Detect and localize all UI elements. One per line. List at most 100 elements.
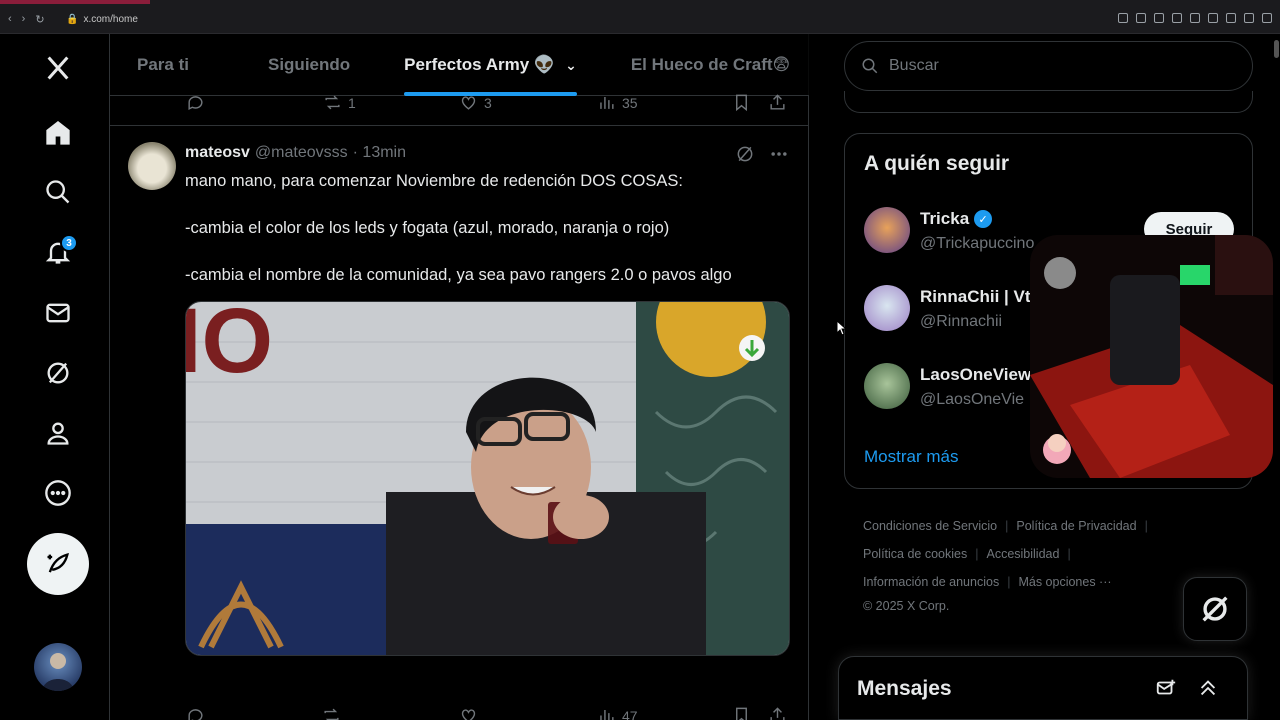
like-button[interactable] — [459, 706, 478, 720]
browser-toolbar: ‹ › ↻ 🔒 x.com/home — [0, 0, 1280, 34]
views-button[interactable]: 47 — [597, 706, 638, 720]
repost-icon — [324, 708, 339, 720]
more-options-icon[interactable] — [769, 144, 789, 164]
menu-icon[interactable] — [1262, 13, 1272, 23]
footer-link[interactable]: Información de anuncios — [863, 568, 999, 596]
grok-button[interactable] — [1183, 577, 1247, 641]
tab-community[interactable]: Perfectos Army 👽 ⌄ — [404, 34, 577, 96]
reply-icon — [188, 96, 203, 110]
repost-button[interactable]: 1 — [323, 93, 356, 112]
tweet-author-name[interactable]: mateosv — [185, 144, 250, 162]
home-icon[interactable] — [36, 111, 80, 155]
repost-button[interactable] — [322, 706, 341, 720]
user-avatar[interactable] — [864, 363, 910, 409]
tweet-photo[interactable]: IO — [185, 301, 790, 656]
post-button[interactable] — [27, 533, 89, 595]
notifications-icon[interactable]: 3 — [36, 230, 80, 274]
grok-icon[interactable] — [36, 351, 80, 395]
mouse-cursor-icon — [836, 320, 846, 336]
user-avatar[interactable] — [864, 285, 910, 331]
search-icon — [862, 58, 878, 74]
reply-button[interactable] — [186, 93, 205, 112]
search-icon[interactable] — [36, 170, 80, 214]
expand-icon[interactable] — [1197, 677, 1219, 704]
share-icon — [770, 707, 785, 720]
notifications-badge: 3 — [60, 234, 78, 252]
verified-badge-icon: ✓ — [974, 210, 993, 228]
grok-icon — [1202, 596, 1228, 622]
share-button[interactable] — [768, 93, 787, 112]
show-more-link[interactable]: Mostrar más — [864, 447, 958, 467]
tweet-top-actions — [735, 144, 789, 164]
footer-link[interactable]: Más opciones ··· — [1018, 568, 1111, 596]
footer-link[interactable]: Condiciones de Servicio — [863, 512, 997, 540]
url-text: x.com/home — [83, 14, 138, 25]
repost-icon — [325, 95, 340, 110]
active-tab-indicator — [0, 0, 150, 4]
lock-icon: 🔒 — [66, 14, 79, 25]
heart-icon — [461, 709, 476, 720]
mail-icon[interactable] — [36, 291, 80, 335]
previous-post-actions: 1 3 35 — [110, 93, 809, 126]
grok-icon[interactable] — [735, 144, 755, 164]
messages-drawer[interactable]: Mensajes — [838, 656, 1248, 720]
bookmark-button[interactable] — [732, 706, 751, 720]
extension-icon[interactable] — [1154, 13, 1164, 23]
bookmark-icon — [736, 94, 747, 112]
tweet-author-handle[interactable]: @mateovsss — [255, 144, 348, 162]
views-icon — [600, 709, 614, 720]
share-icon — [770, 94, 785, 110]
tweet-time[interactable]: · 13min — [353, 144, 406, 162]
search-input[interactable]: Buscar — [844, 41, 1253, 91]
footer-link[interactable]: Política de Privacidad — [1016, 512, 1136, 540]
reply-button[interactable] — [186, 706, 205, 720]
like-button[interactable]: 3 — [459, 93, 492, 112]
more-icon[interactable] — [36, 471, 80, 515]
extension-icon[interactable] — [1136, 13, 1146, 23]
copyright: © 2025 X Corp. — [863, 599, 950, 613]
profile-icon[interactable] — [36, 411, 80, 455]
tweet[interactable]: mateosv @mateovsss · 13min mano mano, pa… — [110, 126, 809, 720]
trending-card-bottom — [844, 91, 1253, 113]
views-icon — [600, 96, 614, 109]
reload-icon[interactable]: ↻ — [35, 13, 44, 26]
browser-nav: ‹ › ↻ — [8, 13, 45, 26]
browser-extensions — [1118, 13, 1272, 23]
who-to-follow-title: A quién seguir — [864, 152, 1010, 175]
tab-para-ti[interactable]: Para ti — [137, 34, 189, 96]
webcam-image — [1030, 235, 1273, 478]
extension-icon[interactable] — [1208, 13, 1218, 23]
tab-siguiendo[interactable]: Siguiendo — [268, 34, 350, 96]
footer-link[interactable]: Accesibilidad — [986, 540, 1059, 568]
extension-icon[interactable] — [1172, 13, 1182, 23]
search-placeholder: Buscar — [889, 57, 939, 74]
left-navigation: 3 — [0, 34, 110, 720]
timeline-tabs: Para ti Siguiendo Perfectos Army 👽 ⌄ El … — [110, 34, 809, 96]
views-button[interactable]: 35 — [597, 93, 638, 112]
user-avatar[interactable] — [864, 207, 910, 253]
extension-icon[interactable] — [1118, 13, 1128, 23]
share-button[interactable] — [768, 706, 787, 720]
photo-image: IO — [186, 302, 789, 655]
messages-title: Mensajes — [857, 677, 952, 700]
extension-icon[interactable] — [1190, 13, 1200, 23]
address-bar[interactable]: 🔒 x.com/home — [66, 14, 138, 25]
account-avatar[interactable] — [34, 643, 82, 691]
new-message-icon[interactable] — [1155, 677, 1177, 704]
download-icon[interactable] — [1244, 13, 1254, 23]
back-icon[interactable]: ‹ — [8, 13, 12, 26]
extension-icon[interactable] — [1226, 13, 1236, 23]
tweet-text: mano mano, para comenzar Noviembre de re… — [185, 172, 732, 284]
x-logo-icon[interactable] — [36, 46, 80, 90]
reply-icon — [188, 709, 203, 720]
webcam-overlay — [1030, 235, 1273, 478]
forward-icon[interactable]: › — [22, 13, 26, 26]
chevron-down-icon[interactable]: ⌄ — [565, 57, 577, 74]
scrollbar[interactable] — [1274, 40, 1279, 58]
tab-community-2[interactable]: El Hueco de Craft😨 — [631, 34, 790, 96]
main-timeline: Para ti Siguiendo Perfectos Army 👽 ⌄ El … — [110, 34, 809, 720]
footer-link[interactable]: Política de cookies — [863, 540, 967, 568]
bookmark-button[interactable] — [732, 93, 751, 112]
heart-icon — [461, 96, 476, 110]
tweet-author-avatar[interactable] — [128, 142, 176, 190]
